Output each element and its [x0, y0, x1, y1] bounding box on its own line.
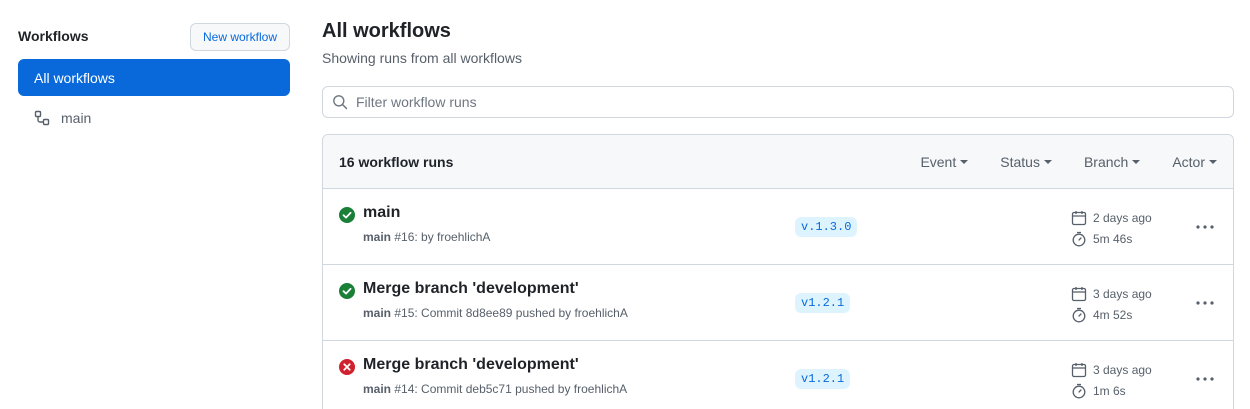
workflow-run-row[interactable]: Merge branch 'development' main #14: Com… [323, 341, 1233, 409]
new-workflow-button[interactable]: New workflow [190, 23, 290, 51]
workflow-runs-list: 16 workflow runs Event Status Branch Act… [322, 134, 1234, 409]
run-detail: #15: Commit 8d8ee89 pushed by froehlichA [394, 306, 628, 320]
runs-list-header: 16 workflow runs Event Status Branch Act… [323, 135, 1233, 189]
actor-filter-dropdown[interactable]: Actor [1172, 154, 1217, 170]
status-filter-dropdown[interactable]: Status [1000, 154, 1052, 170]
event-filter-dropdown[interactable]: Event [920, 153, 969, 170]
workflow-icon [34, 110, 50, 126]
kebab-menu-icon[interactable] [1189, 215, 1221, 239]
filter-label: Branch [1083, 153, 1129, 170]
run-date: 3 days ago [1093, 286, 1152, 301]
page-title: All workflows [322, 20, 451, 42]
stopwatch-icon [1071, 383, 1087, 399]
calendar-icon [1071, 362, 1087, 378]
filter-runs-input[interactable] [356, 94, 1216, 110]
caret-down-icon [1132, 160, 1141, 164]
workflow-run-row[interactable]: Merge branch 'development' main #15: Com… [323, 265, 1233, 341]
sidebar-title: Workflows [18, 28, 89, 44]
calendar-icon [1071, 286, 1087, 302]
runs-filters: Event Status Branch Actor [920, 154, 1217, 170]
branch-tag[interactable]: v.1.3.0 [795, 217, 858, 237]
run-timing: 3 days ago 1m 6s [1071, 359, 1152, 401]
caret-down-icon [1209, 160, 1217, 164]
run-meta: main #16: by froehlichA [363, 230, 490, 244]
success-check-icon [339, 207, 355, 223]
stopwatch-icon [1071, 231, 1087, 247]
sidebar-item-label: main [61, 110, 92, 126]
run-count: 16 workflow runs [339, 153, 454, 170]
calendar-icon [1071, 210, 1087, 226]
run-title-link[interactable]: Merge branch 'development' [363, 356, 579, 374]
run-title-link[interactable]: main [363, 204, 400, 222]
branch-tag[interactable]: v1.2.1 [795, 369, 851, 389]
run-workflow-name[interactable]: main [363, 306, 391, 320]
branch-tag[interactable]: v1.2.1 [795, 293, 851, 313]
run-workflow-name[interactable]: main [363, 382, 391, 396]
sidebar-item-main[interactable]: main [18, 104, 290, 132]
run-timing: 3 days ago 4m 52s [1071, 283, 1152, 325]
filter-label: Status [1000, 153, 1040, 170]
filter-runs-field[interactable] [322, 86, 1234, 118]
kebab-menu-icon[interactable] [1189, 291, 1221, 315]
run-duration: 1m 6s [1093, 383, 1126, 398]
page-subtitle: Showing runs from all workflows [322, 50, 522, 66]
kebab-menu-icon[interactable] [1189, 367, 1221, 391]
run-meta: main #14: Commit deb5c71 pushed by froeh… [363, 382, 627, 396]
workflow-run-row[interactable]: main main #16: by froehlichA v.1.3.0 2 d… [323, 189, 1233, 265]
run-date: 3 days ago [1093, 362, 1152, 377]
stopwatch-icon [1071, 307, 1087, 323]
run-date: 2 days ago [1093, 210, 1152, 225]
branch-filter-dropdown[interactable]: Branch [1083, 153, 1141, 170]
caret-down-icon [1043, 160, 1052, 164]
sidebar-item-all-workflows[interactable]: All workflows [18, 59, 290, 96]
run-timing: 2 days ago 5m 46s [1071, 207, 1152, 249]
sidebar-item-label: All workflows [34, 69, 115, 86]
run-title-link[interactable]: Merge branch 'development' [363, 280, 579, 298]
run-duration: 5m 46s [1093, 231, 1133, 246]
run-detail: #16: by froehlichA [394, 230, 491, 244]
run-duration: 4m 52s [1093, 307, 1133, 322]
caret-down-icon [960, 160, 969, 164]
run-workflow-name[interactable]: main [363, 230, 391, 244]
failure-x-icon [339, 359, 355, 375]
run-detail: #14: Commit deb5c71 pushed by froehlichA [394, 382, 628, 396]
filter-label: Actor [1172, 153, 1205, 170]
search-icon [332, 94, 348, 110]
filter-label: Event [920, 153, 957, 170]
run-meta: main #15: Commit 8d8ee89 pushed by froeh… [363, 306, 628, 320]
success-check-icon [339, 283, 355, 299]
